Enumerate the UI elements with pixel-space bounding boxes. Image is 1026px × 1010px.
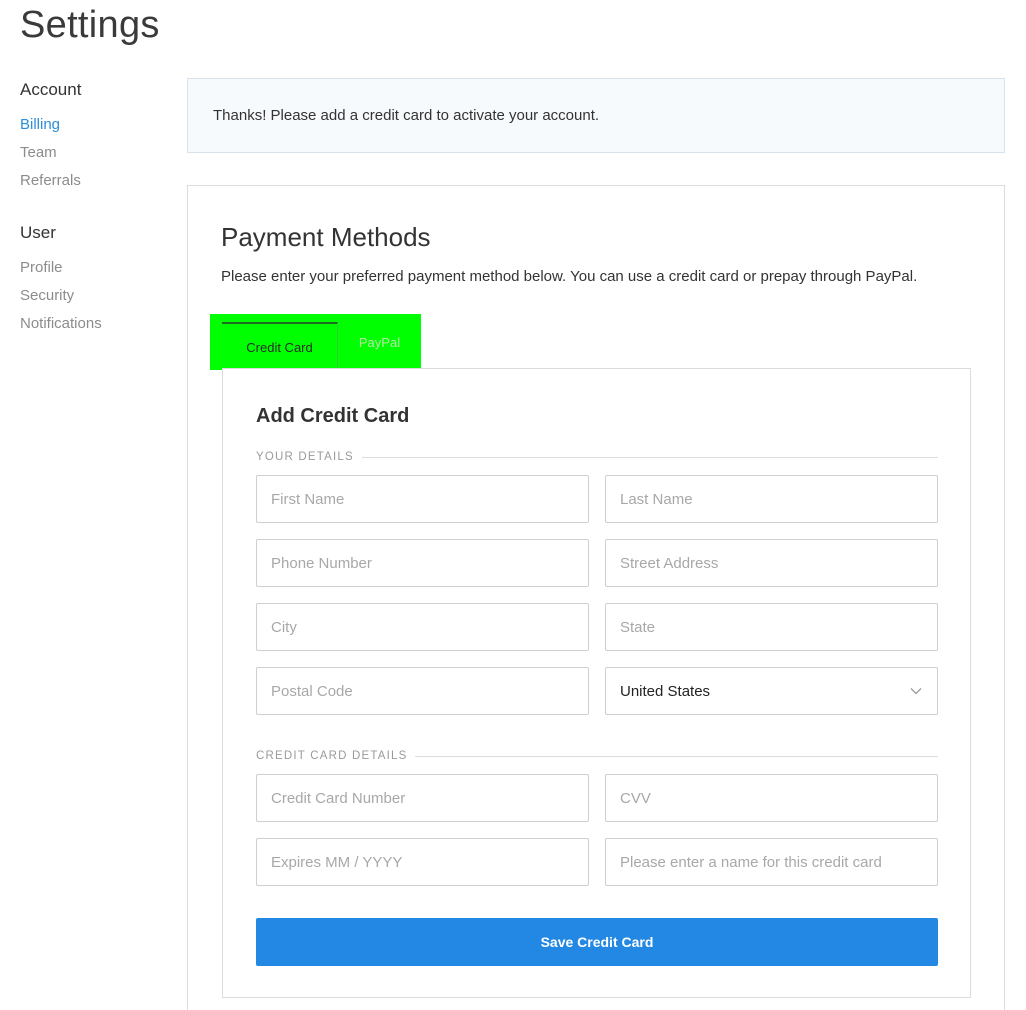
chevron-down-icon xyxy=(909,684,923,698)
add-credit-card-form: Add Credit Card YOUR DETAILS United Stat… xyxy=(222,368,971,998)
divider-line xyxy=(361,456,938,458)
settings-sidebar: Account Billing Team Referrals User Prof… xyxy=(20,78,170,360)
street-address-field[interactable] xyxy=(605,539,938,587)
payment-tabs: Credit Card PayPal xyxy=(210,314,421,370)
phone-number-field[interactable] xyxy=(256,539,589,587)
divider-line xyxy=(415,755,938,757)
state-field[interactable] xyxy=(605,603,938,651)
activation-notice: Thanks! Please add a credit card to acti… xyxy=(187,78,1005,153)
payment-methods-card: Payment Methods Please enter your prefer… xyxy=(187,185,1005,1010)
first-name-field[interactable] xyxy=(256,475,589,523)
page-title: Settings xyxy=(20,4,160,46)
sidebar-item-security[interactable]: Security xyxy=(20,282,170,310)
sidebar-item-team[interactable]: Team xyxy=(20,139,170,167)
sidebar-item-profile[interactable]: Profile xyxy=(20,254,170,282)
country-selected-value: United States xyxy=(620,682,711,700)
sidebar-item-referrals[interactable]: Referrals xyxy=(20,167,170,195)
credit-card-details-label: CREDIT CARD DETAILS xyxy=(256,750,408,762)
card-name-field[interactable] xyxy=(605,838,938,886)
expiration-field[interactable] xyxy=(256,838,589,886)
city-field[interactable] xyxy=(256,603,589,651)
last-name-field[interactable] xyxy=(605,475,938,523)
postal-code-field[interactable] xyxy=(256,667,589,715)
settings-page: Settings Account Billing Team Referrals … xyxy=(0,0,1026,1010)
sidebar-heading-account: Account xyxy=(20,80,82,99)
sidebar-group-user: User Profile Security Notifications xyxy=(20,221,170,338)
cvv-field[interactable] xyxy=(605,774,938,822)
tab-credit-card[interactable]: Credit Card xyxy=(222,322,338,370)
save-credit-card-button[interactable]: Save Credit Card xyxy=(256,918,938,966)
credit-card-details-divider: CREDIT CARD DETAILS xyxy=(256,749,938,763)
tab-paypal[interactable]: PayPal xyxy=(338,314,421,370)
sidebar-item-billing[interactable]: Billing xyxy=(20,111,170,139)
sidebar-heading-user: User xyxy=(20,223,56,242)
sidebar-group-account: Account Billing Team Referrals xyxy=(20,78,170,195)
credit-card-number-field[interactable] xyxy=(256,774,589,822)
payment-methods-description: Please enter your preferred payment meth… xyxy=(221,268,918,285)
your-details-label: YOUR DETAILS xyxy=(256,451,354,463)
payment-methods-title: Payment Methods xyxy=(221,222,431,252)
sidebar-item-notifications[interactable]: Notifications xyxy=(20,310,170,338)
your-details-divider: YOUR DETAILS xyxy=(256,450,938,464)
form-title: Add Credit Card xyxy=(256,405,410,427)
notice-text: Thanks! Please add a credit card to acti… xyxy=(213,107,600,124)
country-select[interactable]: United States xyxy=(605,667,938,715)
